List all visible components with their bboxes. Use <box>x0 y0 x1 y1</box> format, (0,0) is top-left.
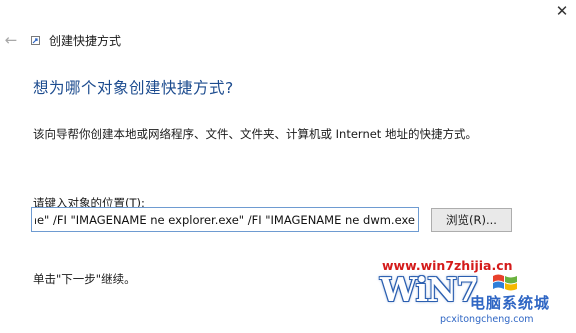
watermark-domain: pcxitongcheng.com <box>440 314 534 325</box>
site-watermark: www.win7zhijia.cn WiN7 电脑系统城 pcxitongche… <box>370 252 576 333</box>
location-input[interactable] <box>31 207 419 232</box>
create-shortcut-window: ✕ ← 创建快捷方式 想为哪个对象创建快捷方式? 该向导帮你创建本地或网络程序、… <box>0 0 576 333</box>
close-icon[interactable]: ✕ <box>548 0 576 22</box>
wizard-description: 该向导帮你创建本地或网络程序、文件、文件夹、计算机或 Internet 地址的快… <box>33 127 477 141</box>
shortcut-icon <box>31 36 40 45</box>
windows-flag-icon <box>493 274 517 291</box>
wizard-title: 创建快捷方式 <box>49 34 122 48</box>
browse-button[interactable]: 浏览(R)... <box>431 208 512 232</box>
page-heading: 想为哪个对象创建快捷方式? <box>33 79 234 97</box>
continue-hint: 单击"下一步"继续。 <box>33 272 136 286</box>
watermark-cn-text: 电脑系统城 <box>470 294 551 312</box>
watermark-logo: WiN7 <box>380 270 479 309</box>
back-arrow-icon[interactable]: ← <box>2 31 20 49</box>
